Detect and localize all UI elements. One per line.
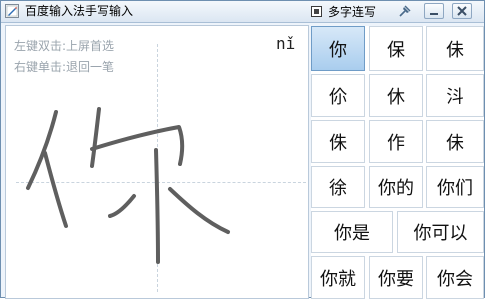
- candidate-14[interactable]: 你可以: [397, 211, 484, 253]
- candidate-7[interactable]: 侏: [311, 120, 365, 163]
- candidate-2[interactable]: 保: [369, 26, 423, 71]
- stroke-2: [43, 151, 68, 228]
- candidate-12[interactable]: 你们: [426, 166, 484, 208]
- candidate-8[interactable]: 作: [369, 120, 423, 163]
- candidate-6[interactable]: 㳆: [426, 74, 484, 117]
- stroke-4: [90, 125, 185, 166]
- close-button[interactable]: [452, 3, 472, 19]
- candidate-panel: 你 保 佅 伱 休 㳆 侏 作 佅 徐 你的 你们 你是 你可以 你就 你要 你…: [311, 26, 484, 299]
- multi-char-label: 多字连写: [328, 5, 377, 19]
- candidate-3[interactable]: 佅: [426, 26, 484, 71]
- handwritten-strokes: [26, 107, 230, 264]
- candidate-11[interactable]: 你的: [369, 166, 423, 208]
- candidate-1[interactable]: 你: [311, 26, 365, 71]
- multi-char-toggle[interactable]: 多字连写: [311, 4, 376, 19]
- window-title: 百度输入法手写输入: [25, 4, 134, 18]
- candidate-5[interactable]: 休: [369, 74, 423, 117]
- stroke-6: [108, 194, 136, 218]
- handwriting-input-window: 百度输入法手写输入 多字连写 左键双击:上屏首选 右键单击:退回一笔 nǐ 你 …: [0, 0, 485, 299]
- handwriting-app-icon: [5, 4, 19, 18]
- handwriting-canvas[interactable]: 左键双击:上屏首选 右键单击:退回一笔 nǐ: [5, 25, 309, 299]
- pin-icon[interactable]: [396, 4, 412, 19]
- candidate-4[interactable]: 伱: [311, 74, 365, 117]
- stroke-3: [90, 107, 101, 168]
- candidate-16[interactable]: 你要: [369, 256, 423, 299]
- multi-char-checkbox[interactable]: [311, 6, 322, 17]
- candidate-9[interactable]: 佅: [426, 120, 484, 163]
- minimize-icon: [430, 13, 438, 15]
- candidate-10[interactable]: 徐: [311, 166, 365, 208]
- stroke-5: [154, 148, 160, 264]
- candidate-15[interactable]: 你就: [311, 256, 365, 299]
- title-bar[interactable]: 百度输入法手写输入 多字连写: [1, 1, 484, 23]
- minimize-button[interactable]: [424, 3, 444, 19]
- close-icon: [457, 6, 467, 16]
- candidate-13[interactable]: 你是: [311, 211, 393, 253]
- candidate-17[interactable]: 你会: [426, 256, 484, 299]
- stroke-7: [168, 187, 230, 234]
